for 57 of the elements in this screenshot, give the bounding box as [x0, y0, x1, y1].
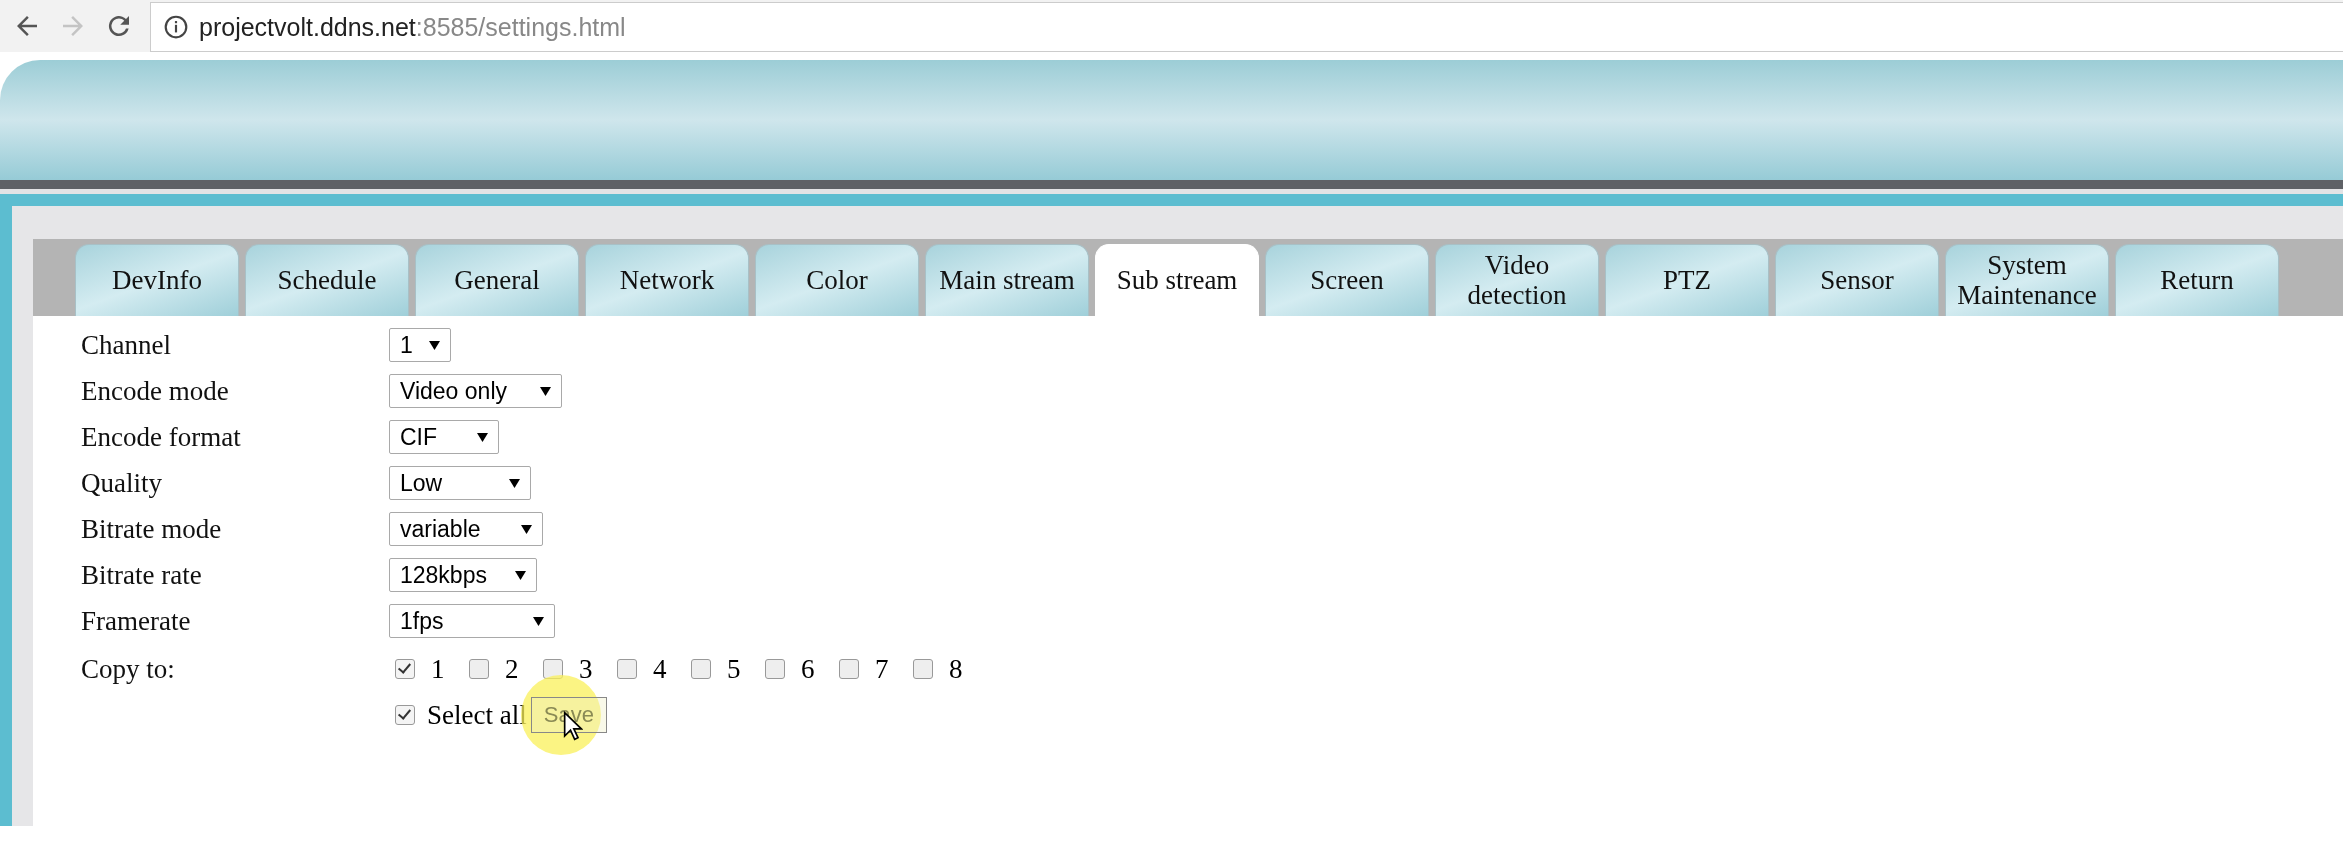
- checkbox-label: 5: [727, 653, 742, 685]
- tab[interactable]: Schedule: [245, 244, 409, 316]
- tab[interactable]: DevInfo: [75, 244, 239, 316]
- checkbox-label: 6: [801, 653, 816, 685]
- url-path: :8585/settings.html: [415, 12, 626, 41]
- field-label: Bitrate rate: [81, 559, 203, 591]
- checkbox[interactable]: [839, 659, 859, 679]
- dropdown-arrow-icon: [540, 385, 551, 397]
- dropdown[interactable]: 1: [389, 328, 451, 362]
- checkbox[interactable]: [765, 659, 785, 679]
- tab[interactable]: System Maintenance: [1945, 244, 2109, 316]
- dropdown-arrow-icon: [429, 339, 440, 351]
- field-label: Encode format: [81, 421, 242, 453]
- dropdown-arrow-icon: [477, 431, 488, 443]
- tab[interactable]: Color: [755, 244, 919, 316]
- tab[interactable]: PTZ: [1605, 244, 1769, 316]
- checkbox-label: 2: [505, 653, 520, 685]
- checkbox-label: Select all: [427, 699, 527, 731]
- checkbox[interactable]: [913, 659, 933, 679]
- checkbox[interactable]: [469, 659, 489, 679]
- checkbox-label: 3: [579, 653, 594, 685]
- tab[interactable]: Sub stream: [1095, 244, 1259, 316]
- dropdown-arrow-icon: [515, 569, 526, 581]
- dropdown[interactable]: Low: [389, 466, 531, 500]
- info-icon: [163, 14, 189, 40]
- tab[interactable]: Main stream: [925, 244, 1089, 316]
- url-host: projectvolt.ddns.net: [199, 12, 416, 41]
- tab[interactable]: Network: [585, 244, 749, 316]
- checkbox[interactable]: [395, 705, 415, 725]
- dropdown-arrow-icon: [533, 615, 544, 627]
- dropdown-arrow-icon: [521, 523, 532, 535]
- checkbox[interactable]: [617, 659, 637, 679]
- tab[interactable]: Return: [2115, 244, 2279, 316]
- checkbox[interactable]: [691, 659, 711, 679]
- tab[interactable]: Sensor: [1775, 244, 1939, 316]
- tab[interactable]: Screen: [1265, 244, 1429, 316]
- checkbox-label: 1: [431, 653, 446, 685]
- field-label: Copy to:: [81, 653, 176, 685]
- field-label: Quality: [81, 467, 163, 499]
- dropdown[interactable]: Video only: [389, 374, 562, 408]
- field-label: Channel: [81, 329, 172, 361]
- checkbox-label: 4: [653, 653, 668, 685]
- tab[interactable]: Video detection: [1435, 244, 1599, 316]
- dropdown[interactable]: 1fps: [389, 604, 555, 638]
- address-bar[interactable]: projectvolt.ddns.net:8585/settings.html: [150, 2, 2343, 52]
- checkbox-label: 7: [875, 653, 890, 685]
- dropdown[interactable]: variable: [389, 512, 543, 546]
- field-label: Encode mode: [81, 375, 230, 407]
- field-label: Bitrate mode: [81, 513, 223, 545]
- dropdown[interactable]: 128kbps: [389, 558, 537, 592]
- dropdown-arrow-icon: [509, 477, 520, 489]
- checkbox-label: 8: [949, 653, 964, 685]
- dropdown[interactable]: CIF: [389, 420, 499, 454]
- checkbox[interactable]: [543, 659, 563, 679]
- checkbox[interactable]: [395, 659, 415, 679]
- field-label: Framerate: [81, 605, 192, 637]
- tab[interactable]: General: [415, 244, 579, 316]
